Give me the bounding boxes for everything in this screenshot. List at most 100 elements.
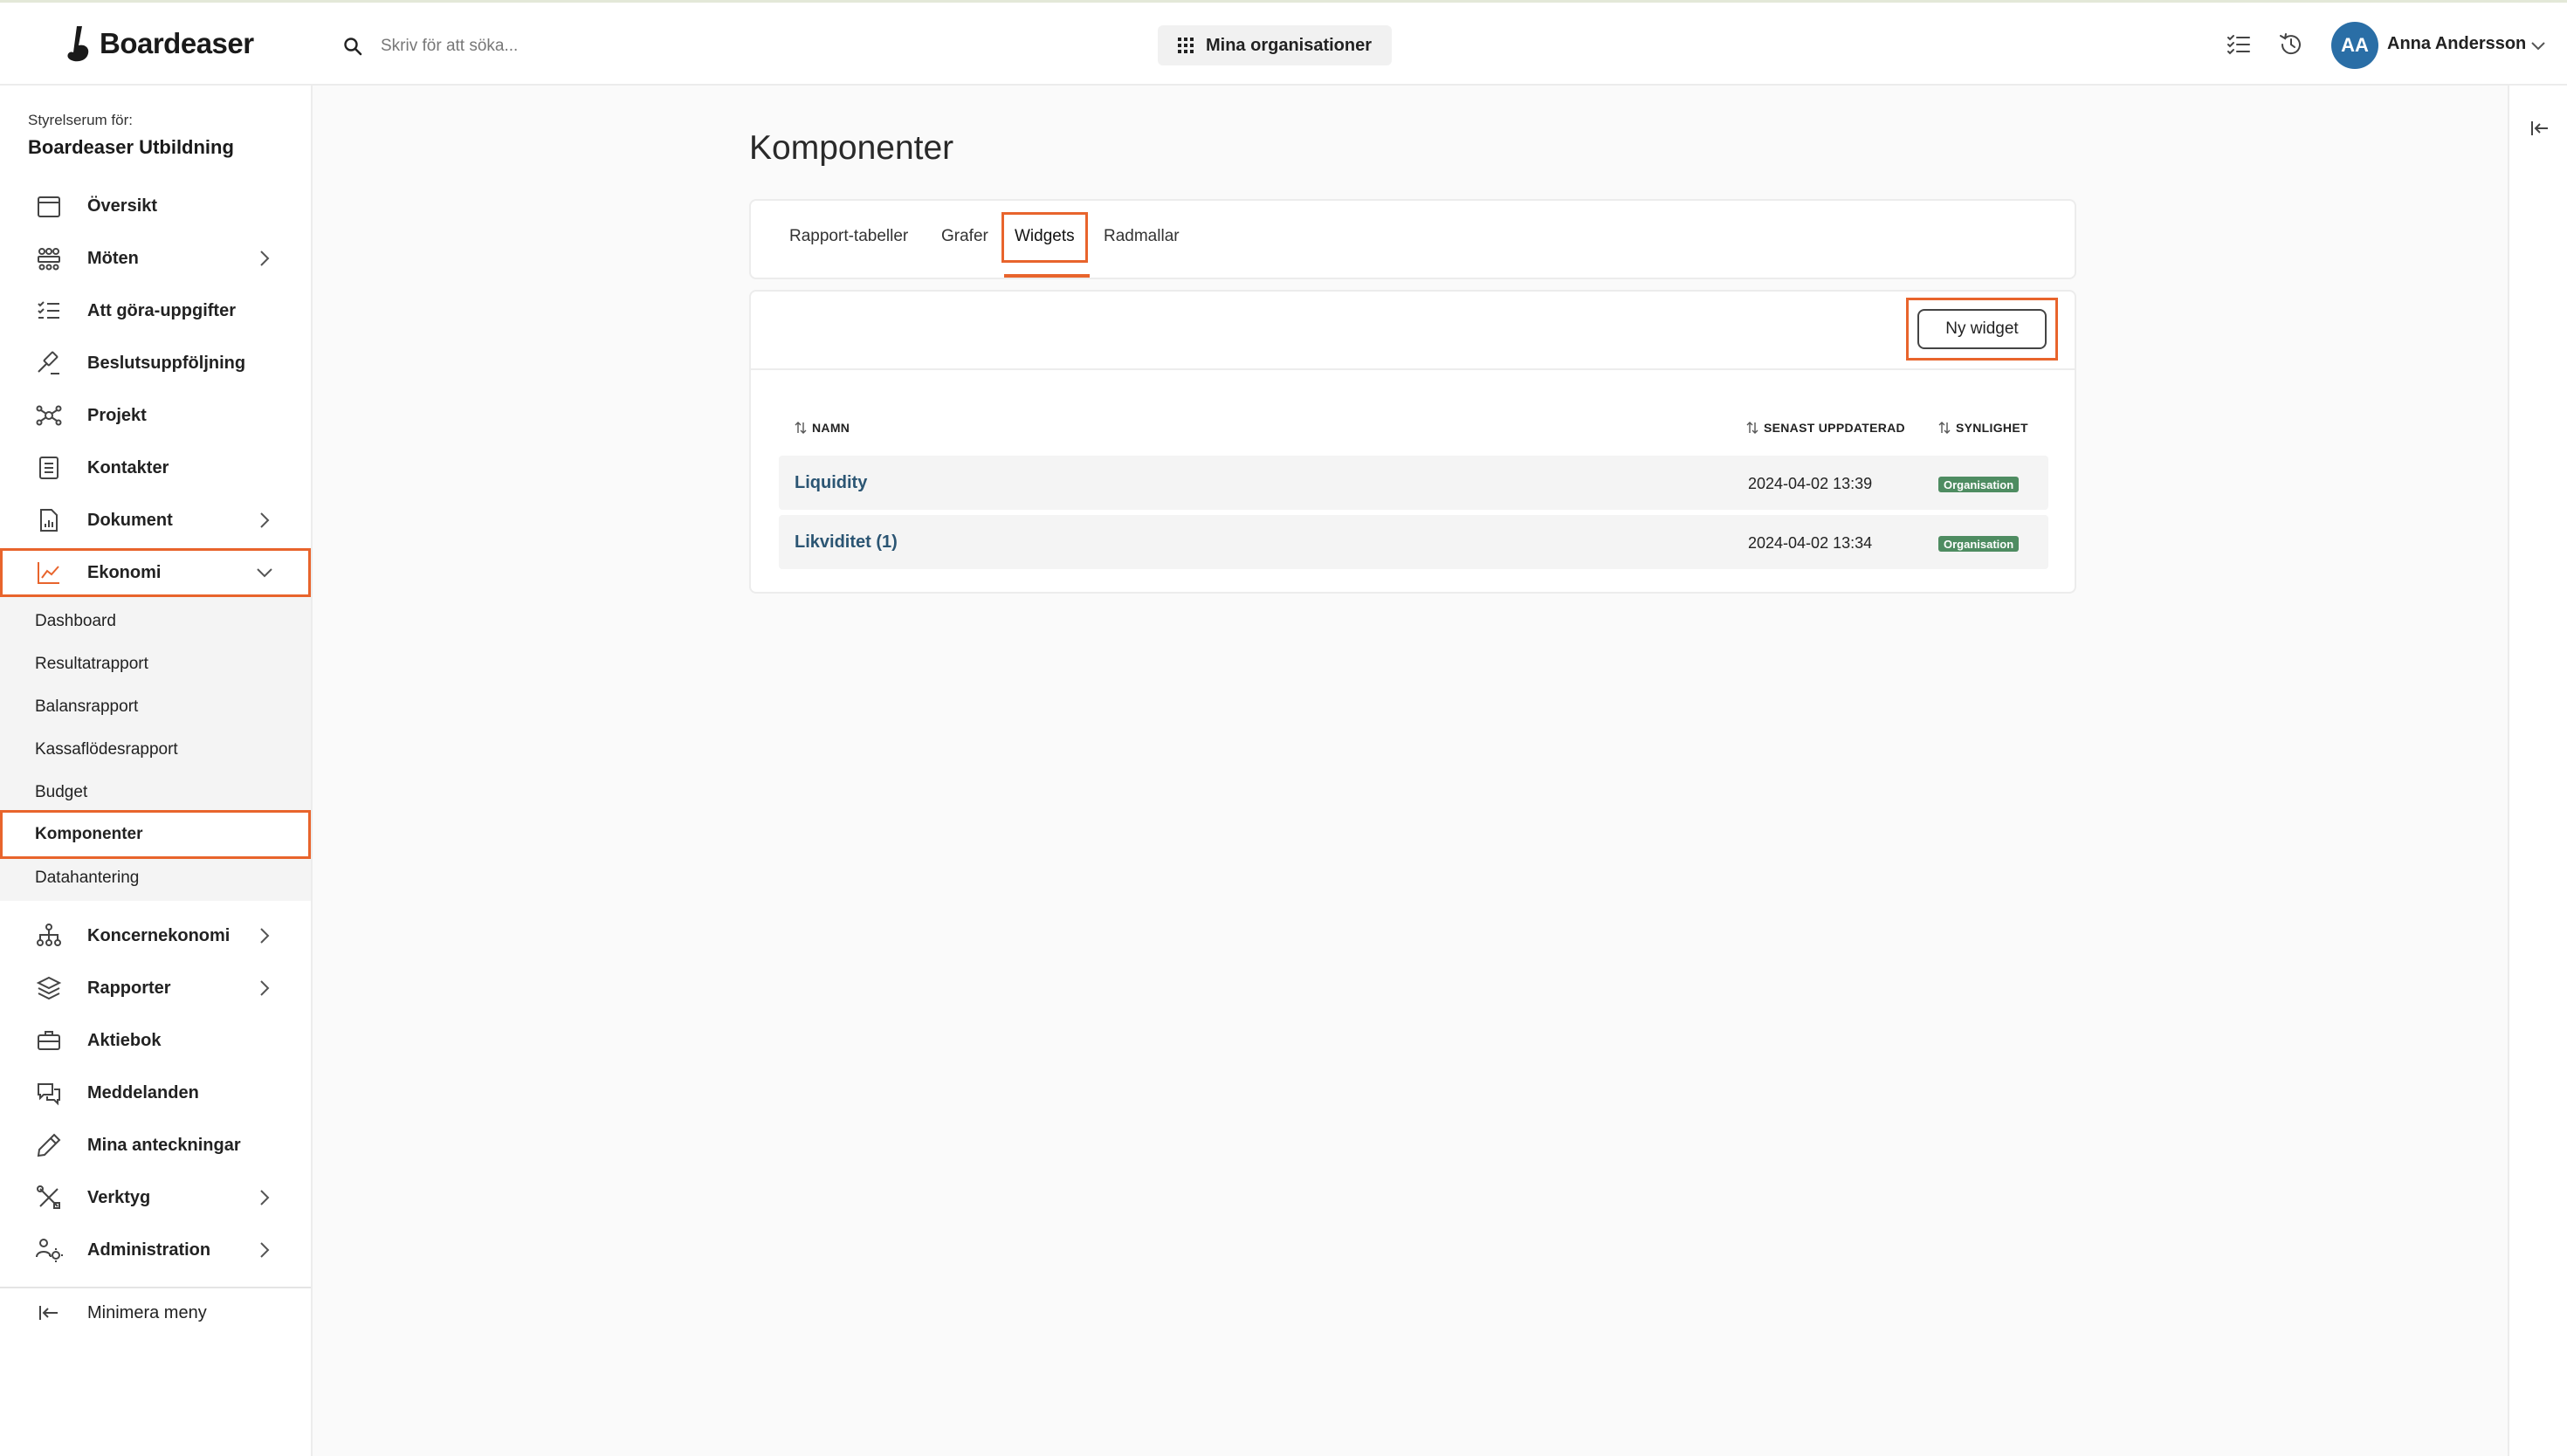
widget-name-link[interactable]: Likviditet (1) <box>795 532 898 553</box>
tab-rapport-tabeller[interactable]: Rapport-tabeller <box>789 227 908 246</box>
submenu-item-label: Balansrapport <box>35 697 139 716</box>
submenu-item-resultatrapport[interactable]: Resultatrapport <box>0 643 311 685</box>
logo-text: Boardeaser <box>100 27 254 59</box>
briefcase-icon <box>35 1027 63 1054</box>
new-widget-highlight: Ny widget <box>1906 298 2058 361</box>
updated-date: 2024-04-02 13:39 <box>1748 475 1873 492</box>
table-row[interactable]: Liquidity 2024-04-02 13:39 Organisation <box>779 456 2048 510</box>
checklist-icon <box>35 297 63 325</box>
sidebar-item-moten[interactable]: Möten <box>0 232 311 285</box>
right-panel-rail <box>2508 86 2567 1456</box>
submenu-item-label: Dashboard <box>35 612 116 630</box>
sidebar-item-label: Administration <box>87 1240 211 1260</box>
sidebar-item-label: Möten <box>87 248 139 268</box>
sidebar-item-koncernekonomi[interactable]: Koncernekonomi <box>0 910 311 962</box>
sidebar-item-dokument[interactable]: Dokument <box>0 494 311 546</box>
sidebar-item-label: Koncernekonomi <box>87 925 231 945</box>
minimize-menu-label: Minimera meny <box>87 1302 207 1322</box>
column-header-visibility[interactable]: SYNLIGHET <box>1938 421 2028 435</box>
column-header-name[interactable]: NAMN <box>795 421 850 435</box>
submenu-item-dashboard[interactable]: Dashboard <box>0 601 311 642</box>
boardeaser-logo-icon <box>67 26 89 62</box>
sort-icon <box>795 422 807 434</box>
visibility-badge: Organisation <box>1938 536 2020 552</box>
submenu-item-label: Budget <box>35 783 88 801</box>
gavel-icon <box>35 349 63 377</box>
sidebar-item-beslutsuppfoljning[interactable]: Beslutsuppföljning <box>0 337 311 389</box>
tab-widgets[interactable]: Widgets <box>1001 212 1088 263</box>
sidebar-item-label: Beslutsuppföljning <box>87 353 246 373</box>
sidebar-item-verktyg[interactable]: Verktyg <box>0 1171 311 1224</box>
search-bar <box>342 29 906 64</box>
tab-grafer[interactable]: Grafer <box>941 227 988 246</box>
sidebar-item-oversikt[interactable]: Översikt <box>0 180 311 232</box>
sidebar-item-meddelanden[interactable]: Meddelanden <box>0 1067 311 1119</box>
sidebar-item-aktiebok[interactable]: Aktiebok <box>0 1014 311 1067</box>
sidebar-item-administration[interactable]: Administration <box>0 1224 311 1276</box>
submenu-item-balansrapport[interactable]: Balansrapport <box>0 686 311 728</box>
sidebar-item-projekt[interactable]: Projekt <box>0 389 311 442</box>
sidebar-item-label: Verktyg <box>87 1187 151 1207</box>
column-header-updated[interactable]: SENAST UPPDATERAD <box>1746 421 1905 435</box>
avatar[interactable]: AA <box>2331 22 2378 69</box>
sidebar-item-label: Rapporter <box>87 978 171 998</box>
history-icon[interactable] <box>2277 31 2305 58</box>
sort-icon <box>1746 422 1758 434</box>
sidebar-item-att-gora[interactable]: Att göra-uppgifter <box>0 285 311 337</box>
ekonomi-submenu: Dashboard Resultatrapport Balansrapport … <box>0 597 311 901</box>
sidebar-item-label: Ekonomi <box>87 562 162 582</box>
column-header-label: NAMN <box>812 421 850 435</box>
top-bar: Boardeaser Mina organisationer <box>0 0 2567 86</box>
user-name[interactable]: Anna Andersson <box>2387 34 2526 54</box>
document-icon <box>35 506 63 534</box>
my-organizations-button[interactable]: Mina organisationer <box>1158 25 1392 65</box>
widget-name-link[interactable]: Liquidity <box>795 473 867 493</box>
chat-icon <box>35 1079 63 1107</box>
network-icon <box>35 402 63 429</box>
layers-icon <box>35 974 63 1002</box>
search-icon <box>344 38 362 56</box>
sidebar-item-label: Projekt <box>87 405 147 425</box>
tools-icon <box>35 1184 63 1212</box>
chevron-right-icon <box>260 1242 270 1258</box>
submenu-item-datahantering[interactable]: Datahantering <box>0 857 311 899</box>
updated-date: 2024-04-02 13:34 <box>1748 534 1873 552</box>
new-widget-button[interactable]: Ny widget <box>1917 309 2047 349</box>
sidebar-item-label: Att göra-uppgifter <box>87 300 236 320</box>
sidebar-item-mina-anteckningar[interactable]: Mina anteckningar <box>0 1119 311 1171</box>
task-list-icon[interactable] <box>2225 31 2253 58</box>
sort-icon <box>1938 422 1951 434</box>
search-input[interactable] <box>379 36 906 57</box>
minimize-menu-button[interactable]: Minimera meny <box>0 1287 311 1339</box>
meeting-icon <box>35 244 63 272</box>
tabs-bar: Rapport-tabeller Grafer Widgets Radmalla… <box>749 199 2076 279</box>
hierarchy-icon <box>35 922 63 950</box>
submenu-item-komponenter[interactable]: Komponenter <box>0 810 311 859</box>
organization-name: Boardeaser Utbildning <box>28 136 234 158</box>
users-gear-icon <box>35 1236 63 1264</box>
chevron-down-icon[interactable] <box>2529 36 2548 55</box>
sidebar-item-kontakter[interactable]: Kontakter <box>0 442 311 494</box>
chevron-right-icon <box>260 1190 270 1205</box>
sidebar-item-label: Dokument <box>87 510 173 530</box>
sidebar-item-label: Översikt <box>87 196 158 216</box>
submenu-item-kassaflodesrapport[interactable]: Kassaflödesrapport <box>0 729 311 771</box>
expand-panel-icon[interactable] <box>2529 117 2551 140</box>
calendar-icon <box>35 192 63 220</box>
sidebar-item-ekonomi[interactable]: Ekonomi <box>0 548 311 597</box>
tab-radmallar[interactable]: Radmallar <box>1104 227 1180 246</box>
active-tab-indicator <box>1004 274 1090 278</box>
chevron-down-icon <box>257 568 272 578</box>
sidebar-item-label: Mina anteckningar <box>87 1135 241 1155</box>
logo[interactable]: Boardeaser <box>65 22 254 65</box>
visibility-badge: Organisation <box>1938 477 2020 492</box>
table-row[interactable]: Likviditet (1) 2024-04-02 13:34 Organisa… <box>779 515 2048 569</box>
sidebar-item-label: Kontakter <box>87 457 169 477</box>
chart-line-icon <box>35 559 63 587</box>
chevron-right-icon <box>260 512 270 528</box>
grid-icon <box>1177 38 1194 53</box>
submenu-item-budget[interactable]: Budget <box>0 772 311 814</box>
sidebar-item-rapporter[interactable]: Rapporter <box>0 962 311 1014</box>
chevron-right-icon <box>260 980 270 996</box>
contacts-icon <box>35 454 63 482</box>
